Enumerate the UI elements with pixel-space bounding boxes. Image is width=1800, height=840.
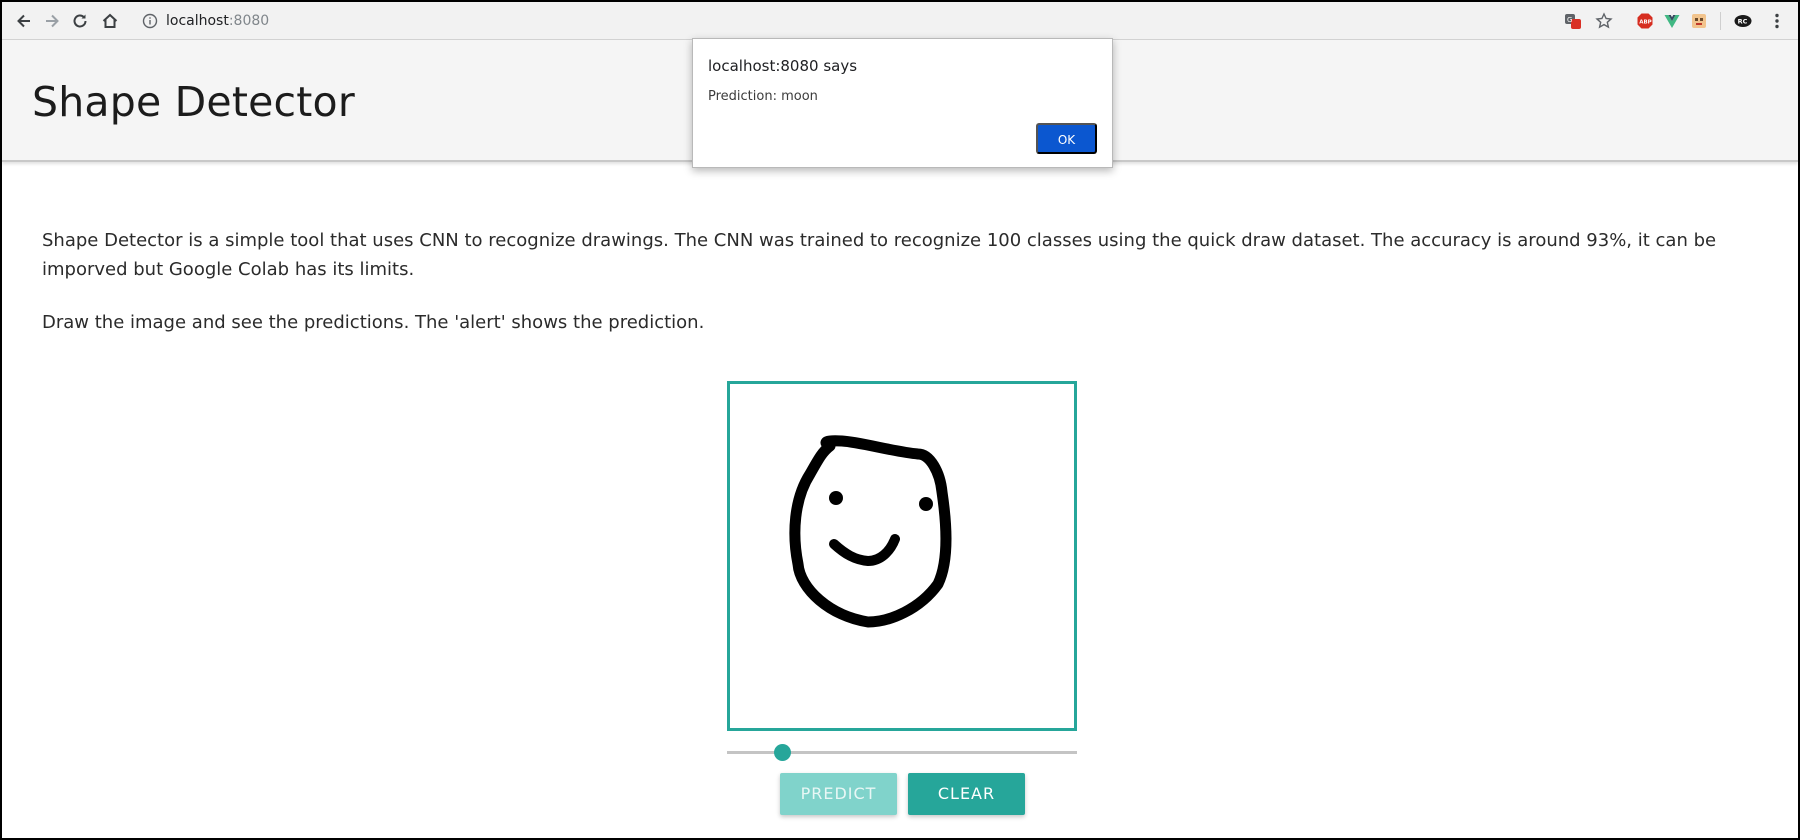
right-eye xyxy=(919,497,933,511)
bookmark-star-icon[interactable] xyxy=(1595,12,1613,30)
smile xyxy=(829,534,900,567)
url-host: localhost xyxy=(166,13,229,29)
url-port: :8080 xyxy=(228,13,270,29)
brush-size-slider[interactable] xyxy=(727,740,1077,766)
site-info-icon[interactable] xyxy=(142,13,158,29)
adblock-icon[interactable]: ABP xyxy=(1636,12,1654,30)
translate-icon[interactable]: G xyxy=(1564,12,1582,30)
url-text: localhost:8080 xyxy=(166,9,269,33)
predict-button[interactable]: PREDICT xyxy=(780,773,897,815)
left-eye xyxy=(829,491,843,505)
home-icon[interactable] xyxy=(100,11,120,31)
alert-message: Prediction: moon xyxy=(708,89,818,104)
page-title: Shape Detector xyxy=(32,78,355,126)
clear-button[interactable]: CLEAR xyxy=(908,773,1025,815)
alert-title: localhost:8080 says xyxy=(708,57,858,75)
toolbar-separator xyxy=(1720,12,1721,30)
alert-dialog: localhost:8080 says Prediction: moon OK xyxy=(692,38,1113,168)
description-text: Shape Detector is a simple tool that use… xyxy=(42,230,1717,280)
svg-text:ABP: ABP xyxy=(1639,20,1651,26)
svg-text:RC: RC xyxy=(1738,18,1748,26)
address-bar[interactable]: localhost:8080 xyxy=(142,9,742,33)
reload-icon[interactable] xyxy=(70,11,90,31)
instructions-text: Draw the image and see the predictions. … xyxy=(42,312,705,333)
ok-button[interactable]: OK xyxy=(1036,123,1097,154)
browser-window: localhost:8080 G ABP RC Shape Detector S… xyxy=(2,2,1798,838)
extension-icon[interactable] xyxy=(1690,12,1708,30)
menu-icon[interactable] xyxy=(1768,12,1786,30)
back-icon[interactable] xyxy=(14,11,34,31)
slider-thumb[interactable] xyxy=(774,744,791,761)
browser-toolbar: localhost:8080 G ABP RC xyxy=(2,2,1798,40)
drawing-canvas[interactable] xyxy=(727,381,1077,731)
rc-extension-icon[interactable]: RC xyxy=(1734,12,1752,30)
face-drawing xyxy=(789,435,952,628)
svg-text:G: G xyxy=(1567,16,1572,24)
vue-devtools-icon[interactable] xyxy=(1663,12,1681,30)
forward-icon[interactable] xyxy=(42,11,62,31)
